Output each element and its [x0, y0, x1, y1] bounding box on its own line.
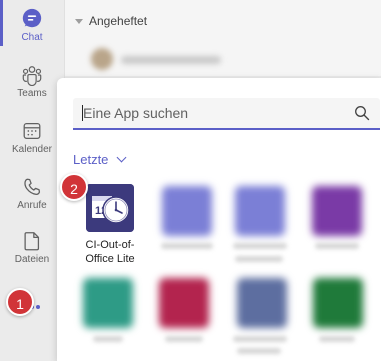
- pinned-label: Angeheftet: [89, 14, 148, 28]
- chevron-down-icon: [116, 152, 127, 163]
- blurred-app-label: [233, 243, 287, 249]
- teams-icon: [22, 66, 42, 86]
- search-icon[interactable]: [354, 105, 370, 121]
- app-search-input[interactable]: [83, 98, 343, 128]
- rail-label-calendar: Kalender: [11, 144, 53, 155]
- pinned-chat-item[interactable]: [91, 48, 231, 72]
- recent-filter-dropdown[interactable]: Letzte: [73, 152, 127, 167]
- app-tile-out-of-office[interactable]: 12 CI-Out-of-Office Lite: [81, 184, 139, 272]
- blurred-app-tile[interactable]: [83, 278, 133, 328]
- rail-item-calls[interactable]: Anrufe: [0, 176, 64, 211]
- step-badge-1: 1: [6, 288, 34, 316]
- rail-label-files: Dateien: [14, 254, 50, 265]
- rail-label-chat: Chat: [21, 32, 43, 43]
- blurred-text: [121, 56, 221, 64]
- blurred-app-label: [165, 336, 203, 342]
- blurred-app-tile[interactable]: [235, 186, 285, 236]
- blurred-app-label: [237, 348, 281, 354]
- app-flyout: Letzte 12 CI-Out-of-Office Lite: [57, 78, 381, 361]
- rail-label-calls: Anrufe: [17, 200, 47, 211]
- rail-item-files[interactable]: Dateien: [0, 230, 64, 265]
- caret-down-icon: [75, 19, 83, 25]
- blurred-app-tile[interactable]: [313, 278, 363, 328]
- chat-list-panel: Angeheftet: [65, 0, 381, 76]
- blurred-app-label: [161, 243, 213, 249]
- blurred-app-tile[interactable]: [312, 186, 362, 236]
- blurred-app-label: [315, 243, 359, 249]
- calendar-icon: [23, 123, 41, 139]
- text-cursor: [82, 105, 83, 121]
- blurred-app-label: [319, 336, 355, 342]
- rail-item-teams[interactable]: Teams: [0, 64, 64, 99]
- blurred-app-label: [233, 336, 287, 342]
- app-search-box[interactable]: [73, 98, 380, 130]
- blurred-app-tile[interactable]: [159, 278, 209, 328]
- blurred-app-tile[interactable]: [237, 278, 287, 328]
- phone-icon: [24, 178, 41, 195]
- calendar-clock-icon: 12: [86, 184, 134, 232]
- blurred-app-label: [93, 336, 123, 342]
- step-badge-2: 2: [60, 173, 88, 201]
- pinned-section-header[interactable]: Angeheftet: [75, 14, 147, 28]
- blurred-app-tile[interactable]: [162, 186, 212, 236]
- rail-label-teams: Teams: [17, 88, 47, 99]
- file-icon: [24, 232, 40, 251]
- app-tile-name: CI-Out-of-Office Lite: [85, 239, 135, 265]
- recent-label: Letzte: [73, 152, 109, 167]
- chat-icon: [22, 8, 42, 28]
- blurred-app-label: [235, 256, 283, 262]
- avatar: [91, 48, 113, 70]
- rail-item-chat[interactable]: Chat: [0, 8, 64, 43]
- rail-item-calendar[interactable]: Kalender: [0, 120, 64, 155]
